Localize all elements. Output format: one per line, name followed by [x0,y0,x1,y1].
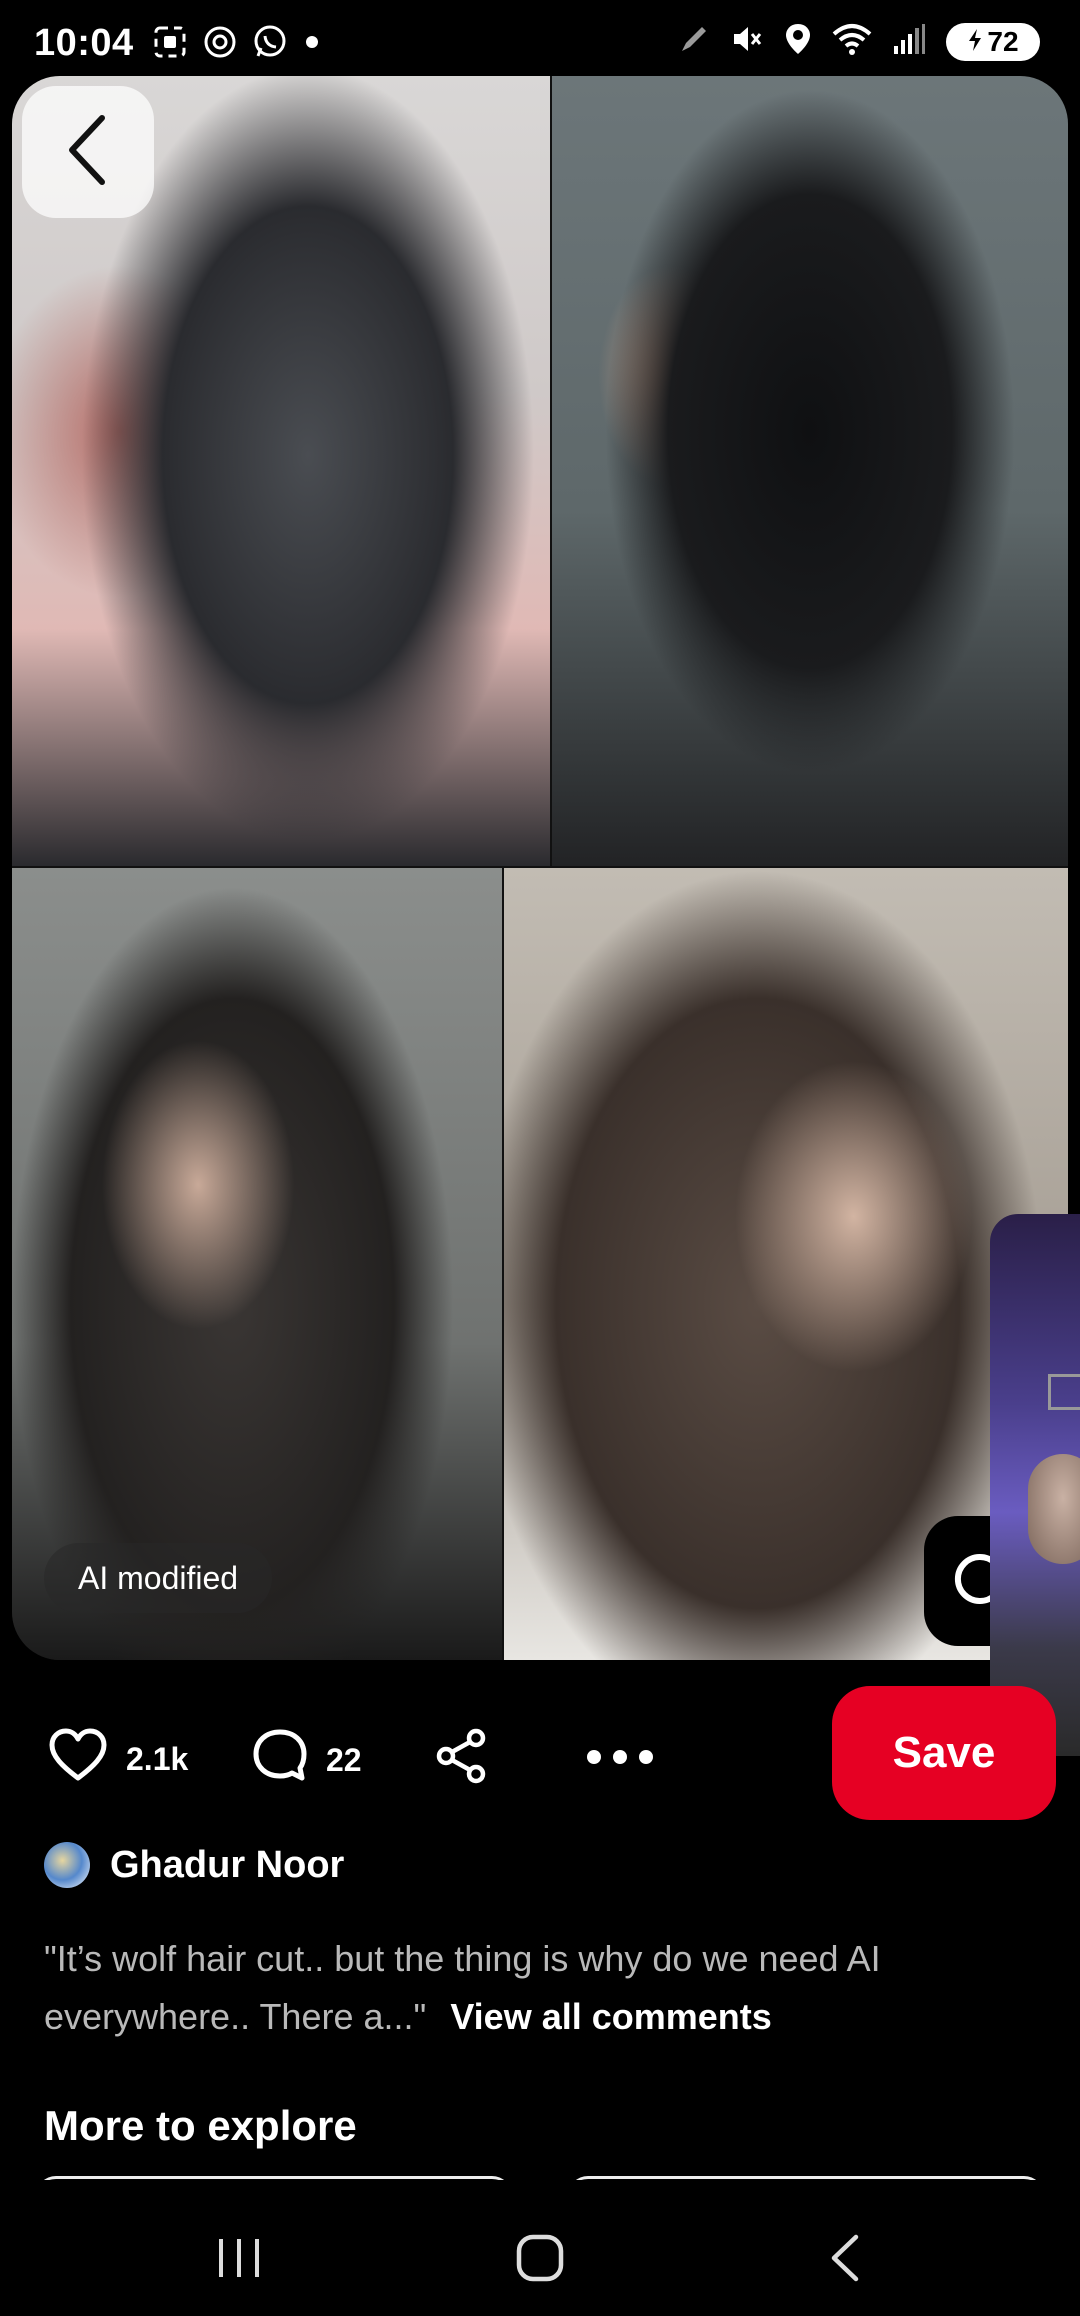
location-icon [784,22,812,61]
like-button[interactable]: 2.1k [48,1728,188,1790]
mute-icon [730,22,764,61]
pip-video-thumbnail[interactable] [990,1214,1080,1756]
pin-image[interactable]: AI modified [12,76,1068,1660]
dot-icon [302,24,322,65]
status-right-icons: 72 [678,22,1040,61]
avatar[interactable] [44,1842,90,1888]
more-options-button[interactable] [584,1740,656,1777]
ai-modified-label: AI modified [78,1559,239,1596]
comment-icon [252,1728,308,1792]
battery-level: 72 [987,25,1019,57]
creator-row[interactable]: Ghadur Noor [44,1842,344,1888]
share-icon [434,1728,490,1792]
pip-picture-frame [1048,1374,1080,1410]
like-count: 2.1k [126,1740,189,1777]
recent-apps-icon [215,2235,265,2286]
hair-photo-2 [552,76,1068,866]
back-nav-button[interactable] [804,2220,884,2300]
view-all-comments-link[interactable]: View all comments [450,1996,771,2037]
comment-button[interactable]: 22 [252,1728,362,1792]
creator-name[interactable]: Ghadur Noor [110,1844,344,1887]
recent-apps-button[interactable] [200,2220,280,2300]
save-button[interactable]: Save [832,1686,1056,1820]
pin-collage [12,76,1068,1660]
battery-icon [967,26,983,58]
back-button[interactable] [22,86,154,218]
wifi-icon [832,22,872,61]
back-icon [824,2233,864,2288]
home-button[interactable] [500,2220,580,2300]
threads-icon [202,24,238,65]
heart-icon [48,1728,108,1790]
status-time: 10:04 [34,22,134,64]
comment-preview[interactable]: "It’s wolf hair cut.. but the thing is w… [44,1930,1034,2046]
share-button[interactable] [434,1728,490,1792]
more-icon [584,1740,656,1777]
pen-icon [678,23,710,60]
battery-indicator: 72 [946,22,1040,61]
comment-count: 22 [326,1741,362,1778]
pip-person [1028,1454,1080,1564]
system-nav-bar [0,2180,1080,2316]
chevron-left-icon [58,110,118,195]
screen-capture-icon [152,24,188,65]
status-bar: 10:04 72 [0,0,1080,80]
home-icon [515,2233,565,2288]
hair-photo-3 [12,868,502,1660]
signal-icon [892,22,926,61]
ai-modified-badge[interactable]: AI modified [44,1543,273,1613]
more-to-explore-heading: More to explore [44,2102,357,2149]
whatsapp-icon [252,24,288,65]
status-left-icons [152,24,322,65]
